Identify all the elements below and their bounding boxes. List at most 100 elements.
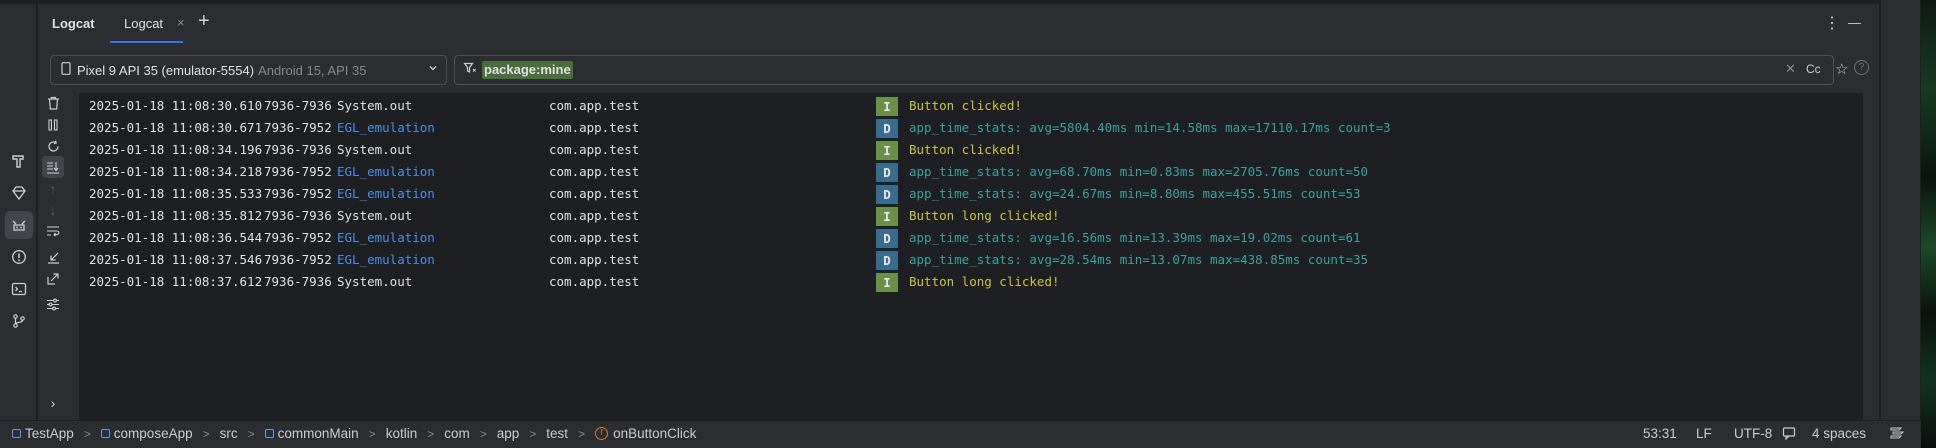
breadcrumb-item[interactable]: TestApp [12,426,74,441]
log-row[interactable]: 2025-01-18 11:08:35.812 7936-7936 System.o… [79,205,1863,227]
clear-filter-icon[interactable]: ✕ [1785,61,1796,77]
minimize-icon[interactable]: — [1848,15,1861,30]
tab-close-icon[interactable]: × [177,15,185,30]
log-package: com.app.test [549,120,640,135]
settings-icon[interactable] [42,293,64,315]
device-name: Pixel 9 API 35 (emulator-5554) [77,62,255,78]
tab-underline [110,41,183,43]
breadcrumb-item[interactable]: com [444,426,470,441]
log-pid: 7936-7936 [264,274,332,289]
log-tag[interactable]: System.out [337,271,412,293]
log-pid: 7936-7936 [264,142,332,157]
scroll-to-end-icon[interactable] [42,156,64,178]
trash-icon[interactable] [42,92,64,114]
down-arrow-icon[interactable]: ↓ [42,199,64,221]
breadcrumb-item[interactable]: commonMain [264,426,359,441]
status-bar: TestApp > composeApp > src > commonMain > kotlin… [0,420,1921,448]
logcat-icon[interactable] [5,211,33,239]
breadcrumb-item[interactable]: kotlin [386,426,418,441]
left-tool-stripe [0,4,37,420]
breadcrumb: TestApp > composeApp > src > commonMain > kotlin… [12,426,696,441]
import-icon[interactable] [42,246,64,268]
filter-field[interactable]: package:mine ✕ Cc ☆ [454,55,1848,85]
log-tag[interactable]: System.out [337,139,412,161]
breadcrumb-label: commonMain [277,426,359,441]
file-encoding[interactable]: UTF-8 [1734,426,1772,441]
log-package: com.app.test [549,274,640,289]
log-package: com.app.test [549,230,640,245]
git-icon[interactable] [5,307,33,335]
indent-setting[interactable]: 4 spaces [1812,426,1866,441]
breadcrumb-item[interactable]: app [497,426,520,441]
log-tag[interactable]: EGL_emulation [337,249,435,271]
breadcrumb-separator: > [529,426,537,441]
log-level-badge: I [876,273,898,292]
log-tag[interactable]: EGL_emulation [337,117,435,139]
function-icon: f [595,427,609,440]
log-level-badge: D [876,229,898,248]
log-row[interactable]: 2025-01-18 11:08:37.546 7936-7952 EGL_emul… [79,249,1863,271]
terminal-icon[interactable] [5,275,33,303]
log-row[interactable]: 2025-01-18 11:08:37.612 7936-7936 System.o… [79,271,1863,293]
log-timestamp: 2025-01-18 11:08:30.610 [89,98,263,113]
log-package: com.app.test [549,252,640,267]
log-timestamp: 2025-01-18 11:08:30.671 [89,120,263,135]
log-tag[interactable]: System.out [337,205,412,227]
log-message: app_time_stats: avg=68.70ms min=0.83ms m… [909,164,1369,179]
log-row[interactable]: 2025-01-18 11:08:30.671 7936-7952 EGL_emul… [79,117,1863,139]
log-row[interactable]: 2025-01-18 11:08:34.218 7936-7952 EGL_emul… [79,161,1863,183]
problems-icon[interactable] [5,243,33,271]
export-icon[interactable] [42,267,64,289]
log-row[interactable]: 2025-01-18 11:08:36.544 7936-7952 EGL_emul… [79,227,1863,249]
right-tool-stripe [1880,0,1920,420]
build-icon[interactable] [5,147,33,175]
favorite-icon[interactable]: ☆ [1835,60,1848,78]
log-tag[interactable]: EGL_emulation [337,183,435,205]
panel-header: Logcat Logcat × + ⋮ — [38,4,1879,43]
filter-query[interactable]: package:mine [482,61,573,79]
match-case-toggle[interactable]: Cc [1806,62,1821,76]
breadcrumb-item[interactable]: f onButtonClick [595,426,696,441]
log-message: app_time_stats: avg=16.56ms min=13.39ms … [909,230,1361,245]
expand-icon[interactable]: › [42,392,64,414]
log-pid: 7936-7952 [264,230,332,245]
breadcrumb-separator: > [368,426,376,441]
log-row[interactable]: 2025-01-18 11:08:35.533 7936-7952 EGL_emul… [79,183,1863,205]
log-row[interactable]: 2025-01-18 11:08:34.196 7936-7936 System.o… [79,139,1863,161]
breadcrumb-label: app [496,426,520,441]
breadcrumb-label: kotlin [385,426,418,441]
log-tag[interactable]: System.out [337,95,412,117]
logcat-panel: Logcat Logcat × + ⋮ — Pixel 9 API 35 (em… [38,4,1917,420]
soft-wrap-icon[interactable] [42,220,64,242]
breadcrumb-item[interactable]: test [546,426,568,441]
filter-icon [463,61,477,78]
breadcrumb-label: test [546,426,569,441]
log-level-badge: D [876,251,898,270]
add-tab-icon[interactable]: + [198,10,210,33]
restart-icon[interactable] [42,135,64,157]
breadcrumb-label: com [444,426,470,441]
gem-icon[interactable] [5,179,33,207]
tab-logcat[interactable]: Logcat [124,16,163,31]
module-icon [100,429,110,438]
breadcrumb-item[interactable]: src [220,426,238,441]
pause-icon[interactable] [42,114,64,136]
more-options-icon[interactable]: ⋮ [1824,13,1840,33]
log-tag[interactable]: EGL_emulation [337,161,435,183]
device-selector[interactable]: Pixel 9 API 35 (emulator-5554) Android 1… [50,55,447,85]
cursor-position[interactable]: 53:31 [1643,426,1677,441]
up-arrow-icon[interactable]: ↑ [42,178,64,200]
log-level-badge: D [876,163,898,182]
breadcrumb-item[interactable]: composeApp [100,426,193,441]
log-area[interactable]: 2025-01-18 11:08:30.610 7936-7936 System.o… [79,93,1863,420]
breadcrumb-label: src [219,426,238,441]
help-icon[interactable]: ? [1854,60,1869,75]
git-branch-icon[interactable] [1890,427,1905,442]
log-pid: 7936-7936 [264,208,332,223]
lock-icon[interactable] [1782,426,1796,443]
log-pid: 7936-7952 [264,252,332,267]
log-tag[interactable]: EGL_emulation [337,227,435,249]
line-ending[interactable]: LF [1696,426,1712,441]
log-row[interactable]: 2025-01-18 11:08:30.610 7936-7936 System.o… [79,95,1863,117]
log-message: app_time_stats: avg=5804.40ms min=14.58m… [909,120,1391,135]
